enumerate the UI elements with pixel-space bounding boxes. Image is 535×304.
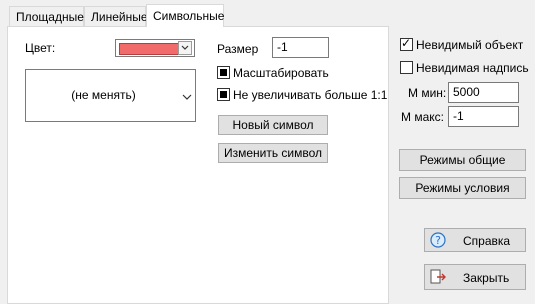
noenlarge-checkbox[interactable] <box>217 88 230 101</box>
help-icon: ? <box>430 232 446 248</box>
exit-icon <box>430 269 446 284</box>
chevron-down-icon <box>182 94 192 100</box>
tab-panel <box>7 26 389 304</box>
size-label: Размер <box>217 42 259 56</box>
invisible-object-checkbox[interactable] <box>400 36 413 51</box>
color-dropdown-button[interactable] <box>178 41 192 55</box>
color-picker[interactable] <box>115 39 195 57</box>
tab-linear-label: Линейные <box>91 10 148 24</box>
invisible-label-text: Невидимая надпись <box>416 61 529 75</box>
close-button[interactable]: Закрыть <box>424 264 526 290</box>
m-min-label: М мин: <box>408 86 447 100</box>
tab-seam <box>147 26 223 28</box>
tab-linear[interactable]: Линейные <box>84 6 148 26</box>
chevron-down-icon <box>181 45 189 50</box>
m-min-input[interactable]: 5000 <box>448 82 519 103</box>
help-button[interactable]: ? Справка <box>424 228 526 252</box>
color-label: Цвет: <box>25 41 56 55</box>
modes-condition-button[interactable]: Режимы условия <box>399 177 526 199</box>
color-swatch <box>119 43 179 55</box>
help-label: Справка <box>463 234 511 248</box>
symbol-dropdown[interactable]: (не менять) <box>25 69 196 122</box>
close-label: Закрыть <box>463 271 510 285</box>
m-max-input[interactable]: -1 <box>448 106 519 127</box>
invisible-object-label: Невидимый объект <box>416 38 524 52</box>
size-input[interactable]: -1 <box>272 37 329 58</box>
scale-checkbox[interactable] <box>217 66 230 79</box>
tab-symbolic-label: Символьные <box>153 9 225 23</box>
svg-text:?: ? <box>435 234 441 247</box>
tab-area-label: Площадные <box>16 10 84 24</box>
symbol-dropdown-value: (не менять) <box>71 88 136 102</box>
new-symbol-button[interactable]: Новый символ <box>218 115 328 135</box>
modes-general-button[interactable]: Режимы общие <box>399 149 526 171</box>
tab-area[interactable]: Площадные <box>9 6 84 26</box>
invisible-label-checkbox[interactable] <box>400 61 413 74</box>
scale-label: Масштабировать <box>233 66 329 80</box>
m-max-label: М макс: <box>401 110 444 124</box>
noenlarge-label: Не увеличивать больше 1:1 <box>233 88 388 102</box>
tab-symbolic[interactable]: Символьные <box>146 4 224 27</box>
change-symbol-button[interactable]: Изменить символ <box>218 143 328 163</box>
